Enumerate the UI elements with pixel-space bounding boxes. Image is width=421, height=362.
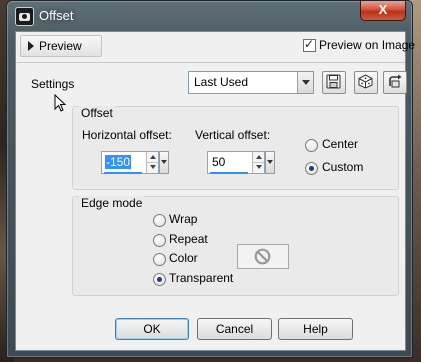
settings-select[interactable]: Last Used (188, 71, 314, 94)
custom-radio[interactable] (305, 162, 318, 175)
save-preset-icon (326, 74, 341, 89)
repeat-radio[interactable] (153, 234, 166, 247)
preview-row: Preview Preview on Image (20, 35, 415, 57)
cancel-button[interactable]: Cancel (197, 318, 272, 340)
color-swatch[interactable] (237, 244, 289, 269)
focus-underline (104, 172, 142, 174)
reset-icon (389, 74, 402, 88)
preview-on-image-label: Preview on Image (319, 38, 416, 52)
dialog-body: Preview Preview on Image Settings Last U… (15, 31, 415, 351)
horizontal-offset-input[interactable]: -150 (101, 151, 159, 174)
offset-dialog: Offset X Preview Preview on Image Settin… (6, 0, 415, 358)
ok-button[interactable]: OK (115, 318, 189, 340)
chevron-down-icon[interactable] (297, 72, 313, 93)
custom-label: Custom (322, 160, 364, 174)
expand-arrow-icon (28, 41, 34, 51)
transparent-label: Transparent (169, 271, 234, 285)
no-color-icon (254, 248, 271, 265)
dice-icon (358, 74, 373, 89)
center-label: Center (322, 137, 359, 151)
color-label: Color (169, 251, 198, 265)
decrement-icon[interactable] (147, 162, 158, 172)
horizontal-offset-label: Horizontal offset: (82, 128, 172, 142)
offset-group-title: Offset (79, 106, 115, 120)
randomize-button[interactable] (354, 71, 378, 94)
center-radio[interactable] (305, 139, 318, 152)
save-preset-button[interactable] (322, 71, 346, 94)
checkbox[interactable] (303, 37, 316, 52)
help-button[interactable]: Help (278, 318, 353, 340)
close-button[interactable]: X (360, 1, 406, 21)
edge-mode-group-title: Edge mode (79, 196, 145, 210)
color-radio[interactable] (153, 253, 166, 266)
vertical-offset-label: Vertical offset: (195, 128, 271, 142)
transparent-radio[interactable] (153, 273, 166, 286)
edge-mode-group: Edge mode Wrap Repeat Color Transparent (72, 196, 399, 296)
repeat-label: Repeat (169, 232, 208, 246)
wrap-label: Wrap (169, 212, 198, 226)
reset-button[interactable] (383, 71, 407, 94)
focus-underline (210, 172, 248, 174)
vertical-offset-menu-button[interactable] (265, 151, 275, 174)
wrap-radio[interactable] (153, 214, 166, 227)
horizontal-offset-value: -150 (105, 155, 132, 169)
window-title: Offset (39, 8, 74, 23)
settings-value: Last Used (194, 75, 249, 89)
preview-label: Preview (39, 39, 82, 53)
decrement-icon[interactable] (253, 162, 264, 172)
horizontal-offset-spinner[interactable] (146, 152, 158, 173)
title-bar[interactable]: Offset X (7, 1, 412, 31)
vertical-offset-input[interactable]: 50 (207, 151, 265, 174)
horizontal-offset-menu-button[interactable] (159, 151, 169, 174)
offset-group: Offset Horizontal offset: -150 Vertical … (72, 106, 399, 190)
preview-toggle[interactable]: Preview (20, 35, 102, 57)
camera-icon (15, 7, 34, 26)
settings-label: Settings (31, 77, 75, 91)
vertical-offset-value: 50 (212, 155, 226, 169)
mouse-cursor-icon (54, 93, 67, 115)
divider (16, 62, 405, 63)
vertical-offset-spinner[interactable] (252, 152, 264, 173)
